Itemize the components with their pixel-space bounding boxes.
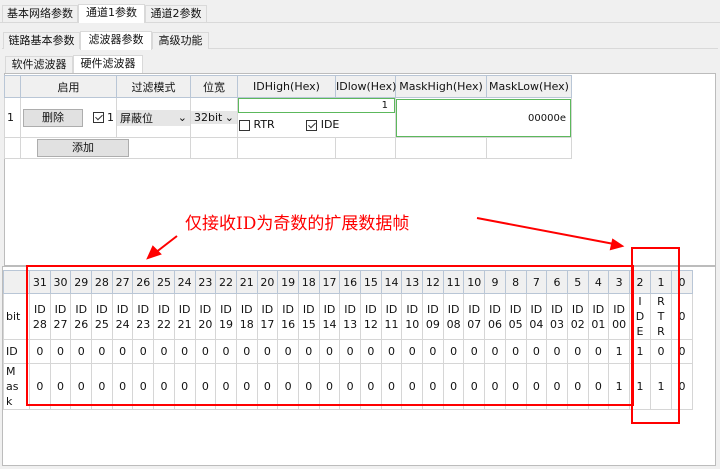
arrow-left-icon [146,245,162,260]
annotation-box-ide-rtr [631,247,680,424]
annotation-box-id [26,265,634,406]
arrow-right-icon [609,238,625,251]
